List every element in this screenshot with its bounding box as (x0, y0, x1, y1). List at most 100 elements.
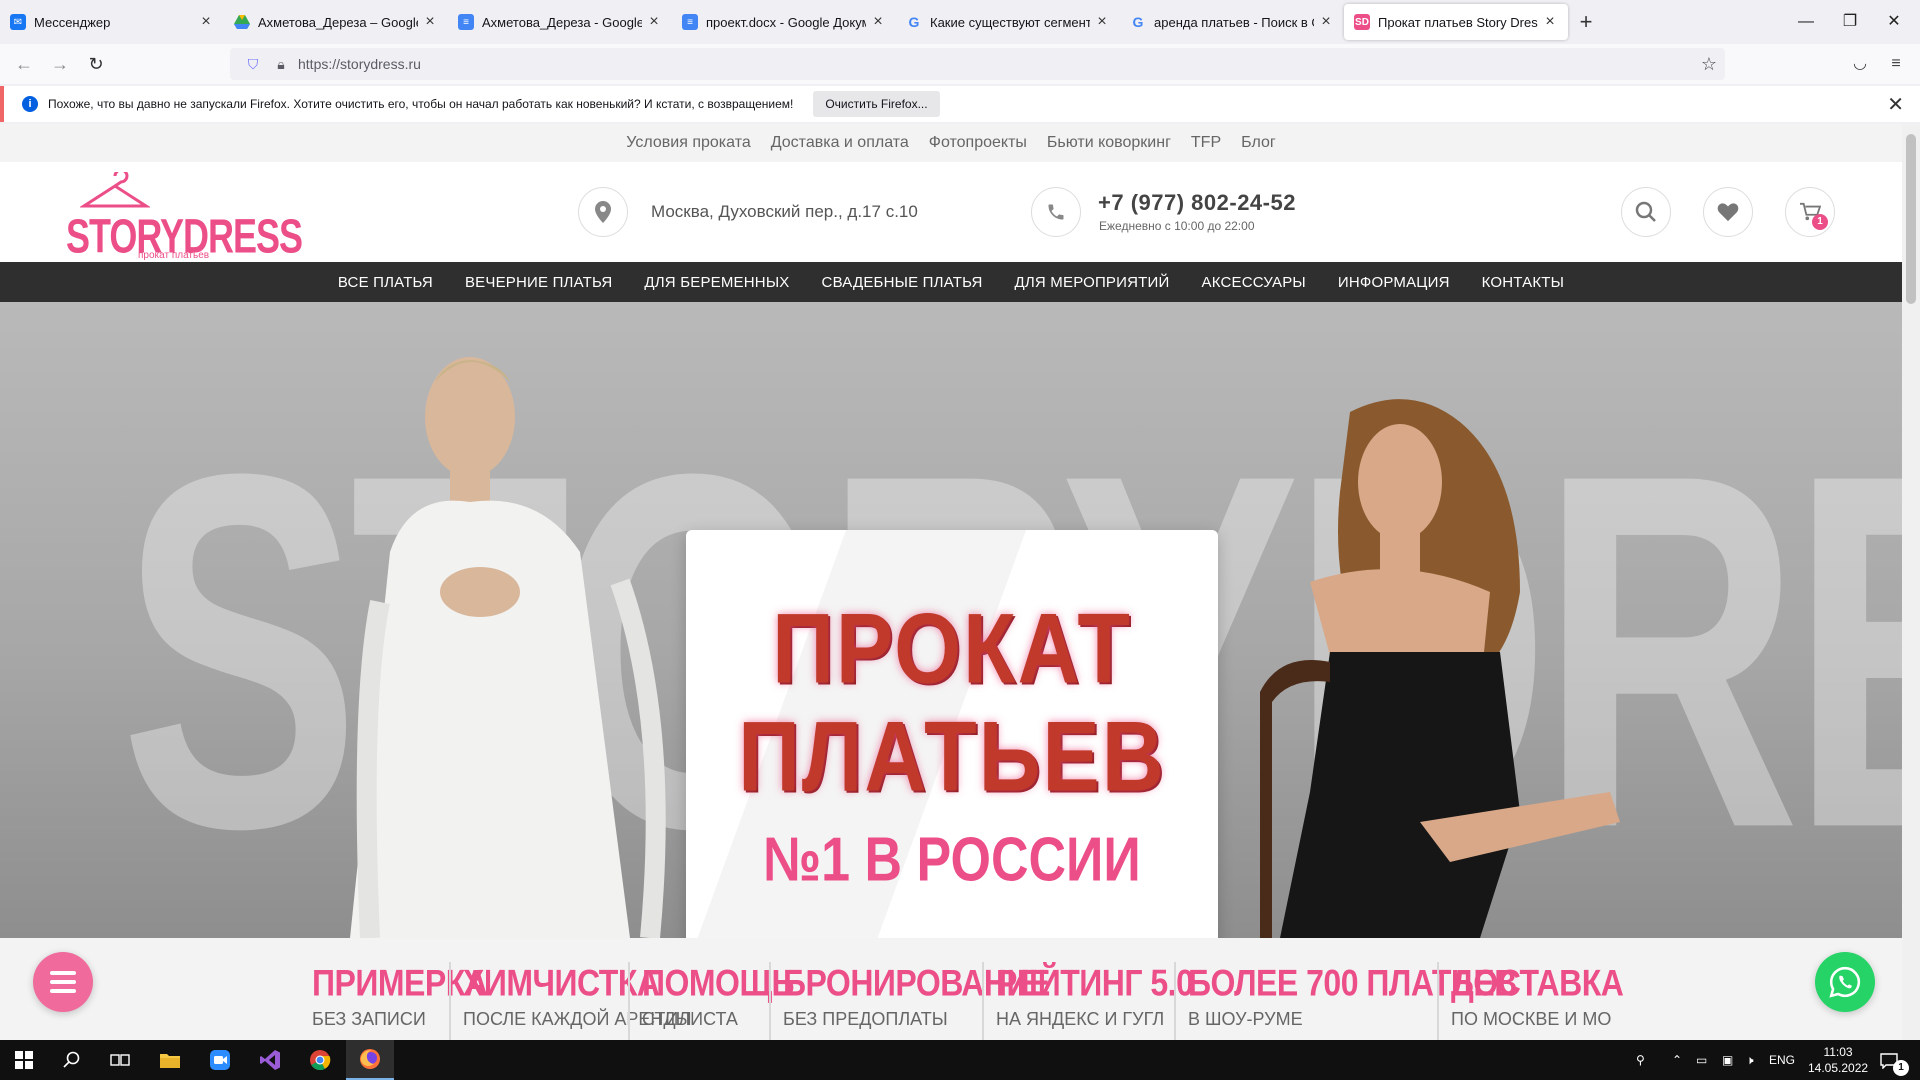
location-pin-icon[interactable] (578, 187, 628, 237)
notification-count-badge: 1 (1893, 1060, 1909, 1076)
feature-delivery: ДОСТАВКА ПО МОСКВЕ И МО (1437, 962, 1624, 1040)
site-logo[interactable]: STORYDRESS прокат платьев (66, 172, 303, 263)
page-scrollbar[interactable] (1902, 124, 1920, 1040)
reload-icon[interactable]: ↻ (78, 48, 114, 80)
visual-studio-icon[interactable] (246, 1040, 294, 1080)
notification-text: Похоже, что вы давно не запускали Firefo… (48, 97, 794, 111)
link-photo-projects[interactable]: Фотопроекты (929, 134, 1027, 152)
promo-subtitle: №1 В РОССИИ (763, 825, 1141, 895)
link-delivery-payment[interactable]: Доставка и оплата (771, 134, 909, 152)
features-strip: ПРИМЕРКА БЕЗ ЗАПИСИ ХИМЧИСТКА ПОСЛЕ КАЖД… (0, 938, 1902, 1040)
link-beauty-coworking[interactable]: Бьюти коворкинг (1047, 134, 1171, 152)
model-black-dress-image (1260, 399, 1620, 938)
link-rental-terms[interactable]: Условия проката (626, 134, 750, 152)
feature-title: РЕЙТИНГ 5.0 (996, 962, 1194, 1004)
shield-icon[interactable]: ⛉ (242, 56, 264, 73)
tab-storydress[interactable]: SD Прокат платьев Story Dress × (1344, 4, 1568, 40)
tab-google-search-1[interactable]: G Какие существуют сегменты р × (896, 0, 1120, 44)
menu-information[interactable]: ИНФОРМАЦИЯ (1338, 274, 1450, 291)
phone-number[interactable]: +7 (977) 802-24-52 (1098, 190, 1296, 216)
whatsapp-icon (1829, 966, 1861, 998)
url-text[interactable]: https://storydress.ru (298, 56, 421, 72)
menu-all-dresses[interactable]: ВСЕ ПЛАТЬЯ (338, 274, 433, 291)
close-window-button[interactable]: ✕ (1864, 0, 1920, 44)
menu-maternity[interactable]: ДЛЯ БЕРЕМЕННЫХ (644, 274, 789, 291)
close-icon[interactable]: ✕ (1887, 92, 1904, 117)
tab-title: проект.docx - Google Докумен (706, 14, 866, 30)
model-white-feather-dress-image (350, 357, 666, 938)
hero-banner[interactable]: STORYDRESS ПРОКАТ ПЛАТЬЕВ №1 В РОССИИ (0, 302, 1902, 938)
file-explorer-icon[interactable] (146, 1040, 194, 1080)
feature-rating: РЕЙТИНГ 5.0 НА ЯНДЕКС И ГУГЛ (982, 962, 1194, 1040)
tab-title: Какие существуют сегменты р (930, 14, 1090, 30)
system-clock[interactable]: 11:03 14.05.2022 (1808, 1044, 1868, 1076)
volume-icon[interactable]: 🕨︎ (1746, 1040, 1754, 1080)
chevron-up-icon[interactable]: ⌃ (1672, 1040, 1682, 1080)
tab-title: Прокат платьев Story Dress (1378, 14, 1538, 30)
search-icon[interactable] (1621, 187, 1671, 237)
pocket-icon[interactable]: ◡ (1844, 48, 1876, 80)
cart-icon[interactable] (1785, 187, 1835, 237)
battery-icon[interactable]: ▣ (1722, 1040, 1733, 1080)
tab-google-docs-1[interactable]: ≡ Ахметова_Дереза - Google До × (448, 0, 672, 44)
task-view-icon[interactable] (96, 1040, 144, 1080)
menu-wedding-dresses[interactable]: СВАДЕБНЫЕ ПЛАТЬЯ (822, 274, 983, 291)
menu-contacts[interactable]: КОНТАКТЫ (1482, 274, 1565, 291)
google-docs-icon: ≡ (458, 14, 474, 30)
tab-title: аренда платьев - Поиск в Goo (1154, 14, 1314, 30)
hamburger-icon (50, 980, 76, 984)
bookmark-star-icon[interactable]: ☆ (1701, 54, 1717, 75)
promo-card[interactable]: ПРОКАТ ПЛАТЬЕВ №1 В РОССИИ (686, 530, 1218, 938)
tab-messenger[interactable]: ✉ Мессенджер × (0, 0, 224, 44)
close-icon[interactable]: × (422, 14, 438, 30)
url-bar[interactable]: ⛉ 🔒︎ https://storydress.ru ☆ (230, 48, 1725, 80)
close-icon[interactable]: × (870, 14, 886, 30)
close-icon[interactable]: × (646, 14, 662, 30)
menu-events[interactable]: ДЛЯ МЕРОПРИЯТИЙ (1015, 274, 1170, 291)
forward-arrow-icon[interactable]: → (42, 48, 78, 80)
tab-google-search-2[interactable]: G аренда платьев - Поиск в Goo × (1120, 0, 1344, 44)
google-icon: G (908, 14, 920, 30)
heart-icon[interactable] (1703, 187, 1753, 237)
close-icon[interactable]: × (198, 14, 214, 30)
close-icon[interactable]: × (1318, 14, 1334, 30)
back-arrow-icon[interactable]: ← (6, 48, 42, 80)
zoom-icon[interactable] (196, 1040, 244, 1080)
link-tfp[interactable]: TFP (1191, 134, 1221, 152)
firefox-icon[interactable] (346, 1040, 394, 1080)
clock-time: 11:03 (1823, 1045, 1853, 1059)
info-icon: i (22, 96, 38, 112)
clock-date: 14.05.2022 (1808, 1061, 1869, 1075)
menu-icon[interactable]: ≡ (1880, 48, 1912, 80)
site-header: STORYDRESS прокат платьев Москва, Духовс… (0, 162, 1902, 263)
web-page: Условия проката Доставка и оплата Фотопр… (0, 124, 1902, 1040)
menu-accessories[interactable]: АКСЕССУАРЫ (1201, 274, 1305, 291)
whatsapp-button[interactable] (1815, 952, 1875, 1012)
new-tab-button[interactable]: + (1568, 0, 1604, 44)
floating-menu-button[interactable] (33, 952, 93, 1012)
tab-title: Ахметова_Дереза - Google До (482, 14, 642, 30)
tab-title: Ахметова_Дереза – Google Ди (258, 14, 418, 30)
windows-start-icon[interactable] (0, 1040, 48, 1080)
notification-bar: i Похоже, что вы давно не запускали Fire… (0, 86, 1920, 122)
link-blog[interactable]: Блог (1241, 134, 1276, 152)
tab-google-drive[interactable]: Ахметова_Дереза – Google Ди × (224, 0, 448, 44)
refresh-firefox-button[interactable]: Очистить Firefox... (813, 91, 940, 117)
menu-evening-dresses[interactable]: ВЕЧЕРНИЕ ПЛАТЬЯ (465, 274, 612, 291)
phone-icon[interactable] (1031, 187, 1081, 237)
scrollbar-thumb[interactable] (1906, 134, 1916, 304)
tab-google-docs-2[interactable]: ≡ проект.docx - Google Докумен × (672, 0, 896, 44)
close-icon[interactable]: × (1542, 14, 1558, 30)
language-indicator[interactable]: ENG (1769, 1040, 1795, 1080)
search-icon[interactable] (48, 1040, 96, 1080)
tab-title: Мессенджер (34, 14, 111, 30)
close-icon[interactable]: × (1094, 14, 1110, 30)
chrome-icon[interactable] (296, 1040, 344, 1080)
google-icon: G (1132, 14, 1144, 30)
top-links: Условия проката Доставка и оплата Фотопр… (0, 124, 1902, 162)
people-icon[interactable]: ⚲ (1636, 1040, 1645, 1080)
feature-title: ДОСТАВКА (1451, 962, 1624, 1004)
network-icon[interactable]: ▭ (1696, 1040, 1707, 1080)
feature-subtitle: НА ЯНДЕКС И ГУГЛ (996, 1009, 1165, 1029)
lock-icon[interactable]: 🔒︎ (270, 56, 292, 73)
